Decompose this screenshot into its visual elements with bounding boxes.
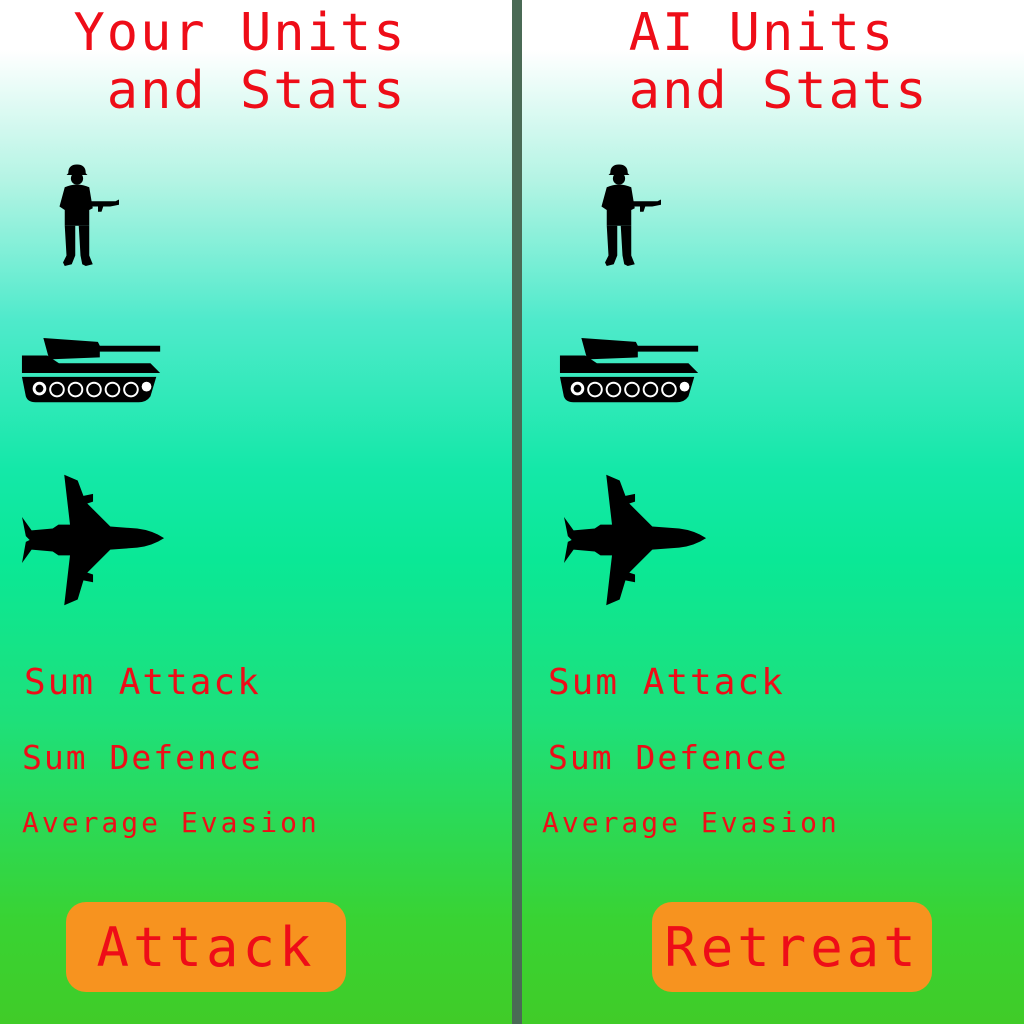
player-unit-tank[interactable] <box>20 334 166 412</box>
soldier-icon <box>598 158 668 276</box>
ai-sum-attack-label: Sum Attack <box>548 662 785 703</box>
ai-panel: AI Units and Stats Sum Attack Sum Defenc… <box>522 0 1024 1024</box>
player-average-evasion-label: Average Evasion <box>22 806 320 839</box>
retreat-button[interactable]: Retreat <box>652 902 932 992</box>
ai-unit-tank <box>558 334 704 412</box>
player-unit-infantry[interactable] <box>56 158 126 276</box>
player-panel: Your Units and Stats Sum Attack Sum Defe… <box>0 0 512 1024</box>
ai-average-evasion-label: Average Evasion <box>542 806 840 839</box>
ai-unit-infantry <box>598 158 668 276</box>
attack-button[interactable]: Attack <box>66 902 346 992</box>
ai-unit-jet <box>564 472 708 608</box>
jet-icon <box>22 472 166 608</box>
panel-divider <box>512 0 522 1024</box>
tank-icon <box>20 334 166 412</box>
player-sum-defence-label: Sum Defence <box>22 738 263 777</box>
jet-icon <box>564 472 708 608</box>
player-unit-jet[interactable] <box>22 472 166 608</box>
tank-icon <box>558 334 704 412</box>
ai-panel-title: AI Units and Stats <box>628 3 929 121</box>
soldier-icon <box>56 158 126 276</box>
player-sum-attack-label: Sum Attack <box>24 662 261 703</box>
ai-sum-defence-label: Sum Defence <box>548 738 789 777</box>
player-panel-title: Your Units and Stats <box>73 3 407 121</box>
